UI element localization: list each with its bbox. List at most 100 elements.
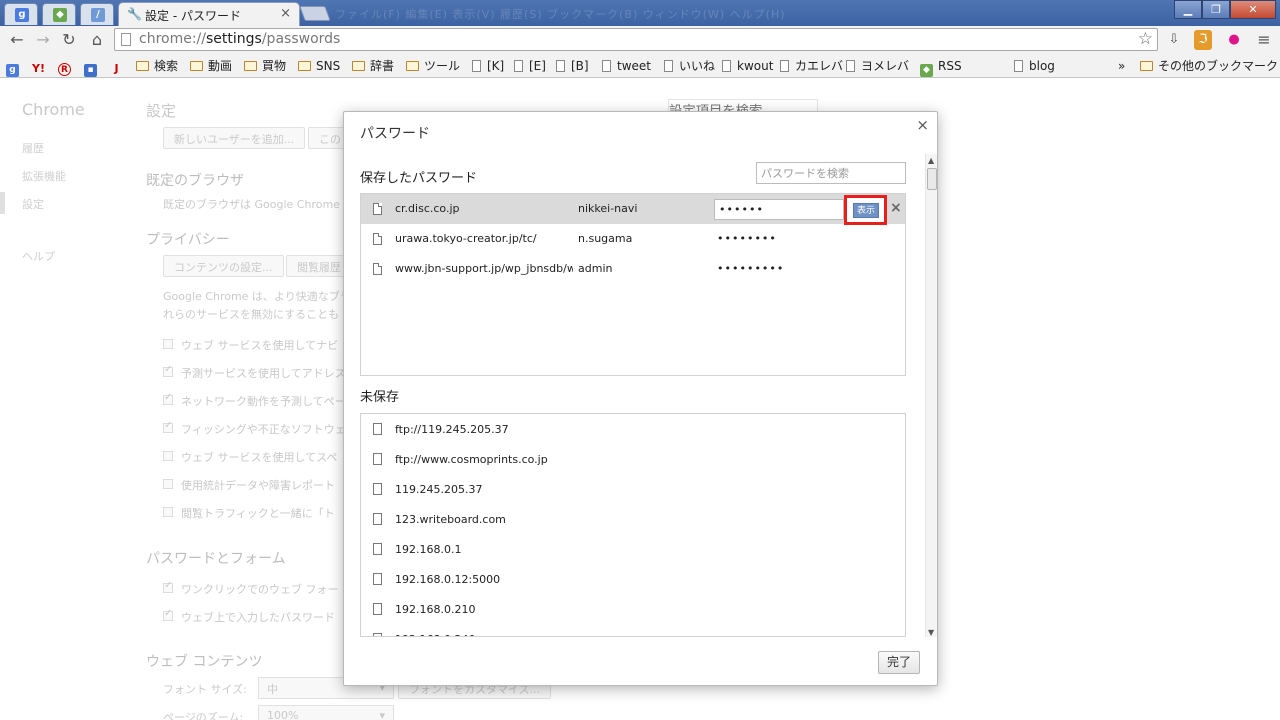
extension-tools-icon[interactable]: ℑ [1194, 30, 1212, 50]
password-field[interactable]: •••••• [714, 199, 844, 220]
bookmark-rakuten[interactable]: R [58, 58, 71, 76]
bookmark-item[interactable]: tweet [602, 58, 651, 74]
menu-icon[interactable]: ≡ [1254, 30, 1274, 50]
pinned-tab-evernote[interactable]: ◆ [42, 3, 76, 25]
never-saved-row[interactable]: 192.168.0.1 [361, 534, 905, 564]
folder-icon [190, 61, 203, 71]
bookmark-item[interactable]: 動画 [190, 58, 232, 74]
nav-extensions[interactable]: 拡張機能 [22, 168, 66, 184]
pinned-tab-app[interactable]: / [80, 3, 114, 25]
bookmark-item[interactable]: ◆ RSS [920, 58, 962, 77]
settings-checkbox[interactable] [163, 392, 173, 405]
nav-settings[interactable]: 設定 [22, 196, 44, 212]
settings-checkbox-label: ウェブ サービスを使用してナビ [181, 339, 339, 352]
settings-checkbox[interactable] [163, 420, 173, 433]
page-zoom-select[interactable]: 100% ▾ [258, 705, 394, 720]
pinned-tab-google[interactable]: g [4, 3, 38, 25]
bookmark-label: [B] [571, 59, 589, 73]
page-icon [514, 60, 523, 72]
other-bookmarks-folder[interactable]: その他のブックマーク [1140, 58, 1278, 74]
settings-checkbox[interactable] [163, 339, 173, 349]
tab-title: 設定 - パスワード [145, 9, 241, 23]
window-close-button[interactable]: ✕ [1230, 0, 1276, 19]
saved-username: nikkei-navi [578, 202, 638, 215]
bookmark-label: ツール [424, 59, 461, 73]
font-size-label: フォント サイズ: [163, 683, 247, 696]
bookmark-item[interactable]: カエレバ [780, 58, 843, 74]
jp-icon: J [114, 62, 119, 75]
never-saved-row[interactable]: 192.168.0.12:5000 [361, 564, 905, 594]
folder-icon [136, 61, 149, 71]
dialog-scrollbar[interactable]: ▲ ▼ [925, 154, 937, 637]
bookmark-star-icon[interactable]: ☆ [1138, 29, 1153, 49]
bookmark-item[interactable]: kwout [722, 58, 773, 74]
bookmarks-overflow-button[interactable]: » [1118, 58, 1125, 74]
bookmark-jp[interactable]: J [110, 58, 123, 75]
bookmark-item[interactable]: ヨメレバ [846, 58, 909, 74]
bookmark-item[interactable]: 辞書 [352, 58, 394, 74]
nav-history[interactable]: 履歴 [22, 140, 44, 156]
saved-password-row[interactable]: urawa.tokyo-creator.jp/tc/n.sugama ••••••… [361, 224, 905, 254]
never-saved-row[interactable]: 192.168.0.210 [361, 594, 905, 624]
settings-checkbox[interactable] [163, 479, 173, 489]
maximize-button[interactable]: ❐ [1202, 0, 1230, 19]
bookmark-app[interactable]: ▪ [84, 58, 97, 77]
saved-password-row[interactable]: cr.disc.co.jp nikkei-navi •••••• 表示 × [361, 194, 905, 225]
bookmark-item[interactable]: [B] [556, 58, 589, 74]
bookmark-yahoo[interactable]: Y! [32, 58, 45, 75]
bookmark-label: 辞書 [370, 59, 395, 73]
never-saved-row[interactable]: 123.writeboard.com [361, 504, 905, 534]
settings-checkbox[interactable] [163, 507, 173, 517]
nav-help[interactable]: ヘルプ [22, 248, 55, 264]
reload-button[interactable]: ↻ [58, 30, 80, 50]
bookmark-item[interactable]: [K] [472, 58, 504, 74]
scroll-thumb[interactable] [927, 168, 937, 190]
never-saved-row[interactable]: ftp://119.245.205.37 [361, 414, 905, 444]
back-button[interactable]: ← [6, 30, 28, 50]
remove-password-icon[interactable]: × [890, 200, 902, 216]
scroll-down-icon[interactable]: ▼ [928, 628, 934, 637]
saved-site: www.jbn-support.jp/wp_jbnsdb/w... [395, 262, 573, 275]
saved-password-row[interactable]: www.jbn-support.jp/wp_jbnsdb/w... admin ••… [361, 254, 905, 284]
flickr-icon[interactable]: ● [1224, 30, 1244, 50]
extension-download-icon[interactable]: ⇩ [1164, 30, 1184, 50]
never-saved-row[interactable]: 192.168.0.240 [361, 624, 905, 636]
never-saved-row[interactable]: ftp://www.cosmoprints.co.jp [361, 444, 905, 474]
done-button[interactable]: 完了 [878, 651, 920, 674]
password-search-input[interactable] [756, 162, 906, 184]
bookmark-label: kwout [737, 59, 774, 73]
never-saved-row[interactable]: 119.245.205.37 [361, 474, 905, 504]
bookmark-item[interactable]: [E] [514, 58, 546, 74]
bookmark-item[interactable]: SNS [298, 58, 340, 74]
page-icon [780, 60, 789, 72]
document-icon [373, 233, 382, 245]
dialog-close-icon[interactable]: × [916, 116, 929, 134]
document-icon [373, 633, 382, 636]
minimize-button[interactable]: ▁ [1174, 0, 1202, 19]
address-bar[interactable]: chrome://settings/passwords ☆ [114, 28, 1158, 51]
show-password-button[interactable]: 表示 [853, 203, 879, 218]
home-button[interactable]: ⌂ [86, 30, 108, 50]
new-tab-button[interactable] [299, 6, 331, 21]
settings-checkbox[interactable] [163, 580, 173, 593]
bookmark-item[interactable]: ツール [406, 58, 460, 74]
privacy-text-1: Google Chrome は、より快適なブラ [163, 290, 351, 303]
tab-close-icon[interactable]: × [280, 6, 291, 21]
document-icon [373, 423, 382, 435]
tab-settings-passwords[interactable]: 🔧 設定 - パスワード × [118, 2, 300, 26]
bookmark-item[interactable]: blog [1014, 58, 1055, 74]
document-icon [373, 483, 382, 495]
bookmark-google[interactable]: g [6, 58, 19, 77]
content-settings-button[interactable]: コンテンツの設定... [163, 255, 284, 277]
forward-button[interactable]: → [32, 30, 54, 50]
rakuten-icon: R [58, 63, 71, 76]
bookmark-item[interactable]: いいね [664, 58, 715, 74]
bookmark-label: RSS [938, 59, 962, 73]
bookmark-item[interactable]: 検索 [136, 58, 178, 74]
add-user-button[interactable]: 新しいユーザーを追加... [163, 127, 306, 149]
settings-checkbox[interactable] [163, 451, 173, 461]
settings-checkbox[interactable] [163, 364, 173, 377]
scroll-up-icon[interactable]: ▲ [928, 156, 934, 165]
settings-checkbox[interactable] [163, 608, 173, 621]
bookmark-item[interactable]: 買物 [244, 58, 286, 74]
